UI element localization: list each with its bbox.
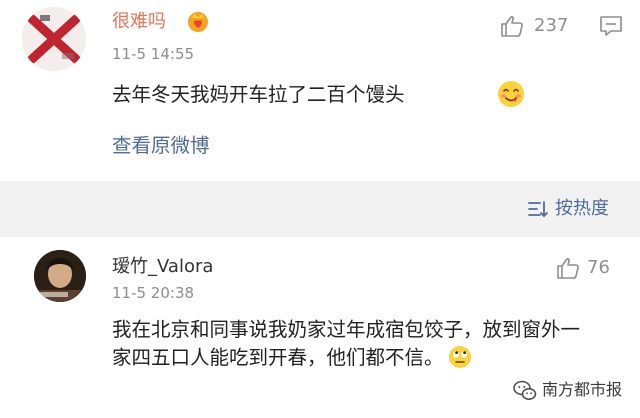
watermark-text: 南方都市报	[542, 380, 623, 399]
comment-card: 瑷竹_Valora 11-5 20:38 76 我在北京和同事说我奶家过年成宿包…	[0, 237, 640, 418]
yummy-face-emoji	[497, 80, 525, 108]
avatar[interactable]	[34, 250, 86, 302]
comment-time: 11-5 20:38	[112, 284, 195, 302]
like-count: 76	[587, 257, 610, 278]
thumbs-up-icon[interactable]	[556, 256, 580, 280]
username[interactable]: 很难吗	[112, 11, 166, 33]
username[interactable]: 瑷竹_Valora	[112, 256, 213, 278]
eye-roll-emoji	[448, 345, 472, 369]
comment-text: 我在北京和同事说我奶家过年成宿包饺子，放到窗外一家四五口人能吃到开春，他们都不信…	[112, 318, 581, 369]
comment-time: 11-5 14:55	[112, 45, 195, 63]
sort-bar: 按热度	[0, 181, 640, 237]
like-count: 237	[534, 15, 569, 36]
wechat-icon	[513, 380, 537, 402]
crown-heart-icon	[186, 9, 210, 33]
reply-icon[interactable]	[599, 15, 623, 37]
thumbs-up-icon[interactable]	[500, 14, 524, 38]
comment-card: 很难吗 11-5 14:55 237 去年冬天我妈开车拉了二百个馒头 查看原微博	[0, 0, 640, 181]
comment-text: 去年冬天我妈开车拉了二百个馒头	[112, 83, 405, 106]
avatar[interactable]	[22, 7, 86, 71]
sort-icon[interactable]	[527, 200, 549, 218]
view-original-post-link[interactable]: 查看原微博	[112, 134, 210, 158]
sort-by-hot-button[interactable]: 按热度	[555, 198, 609, 220]
